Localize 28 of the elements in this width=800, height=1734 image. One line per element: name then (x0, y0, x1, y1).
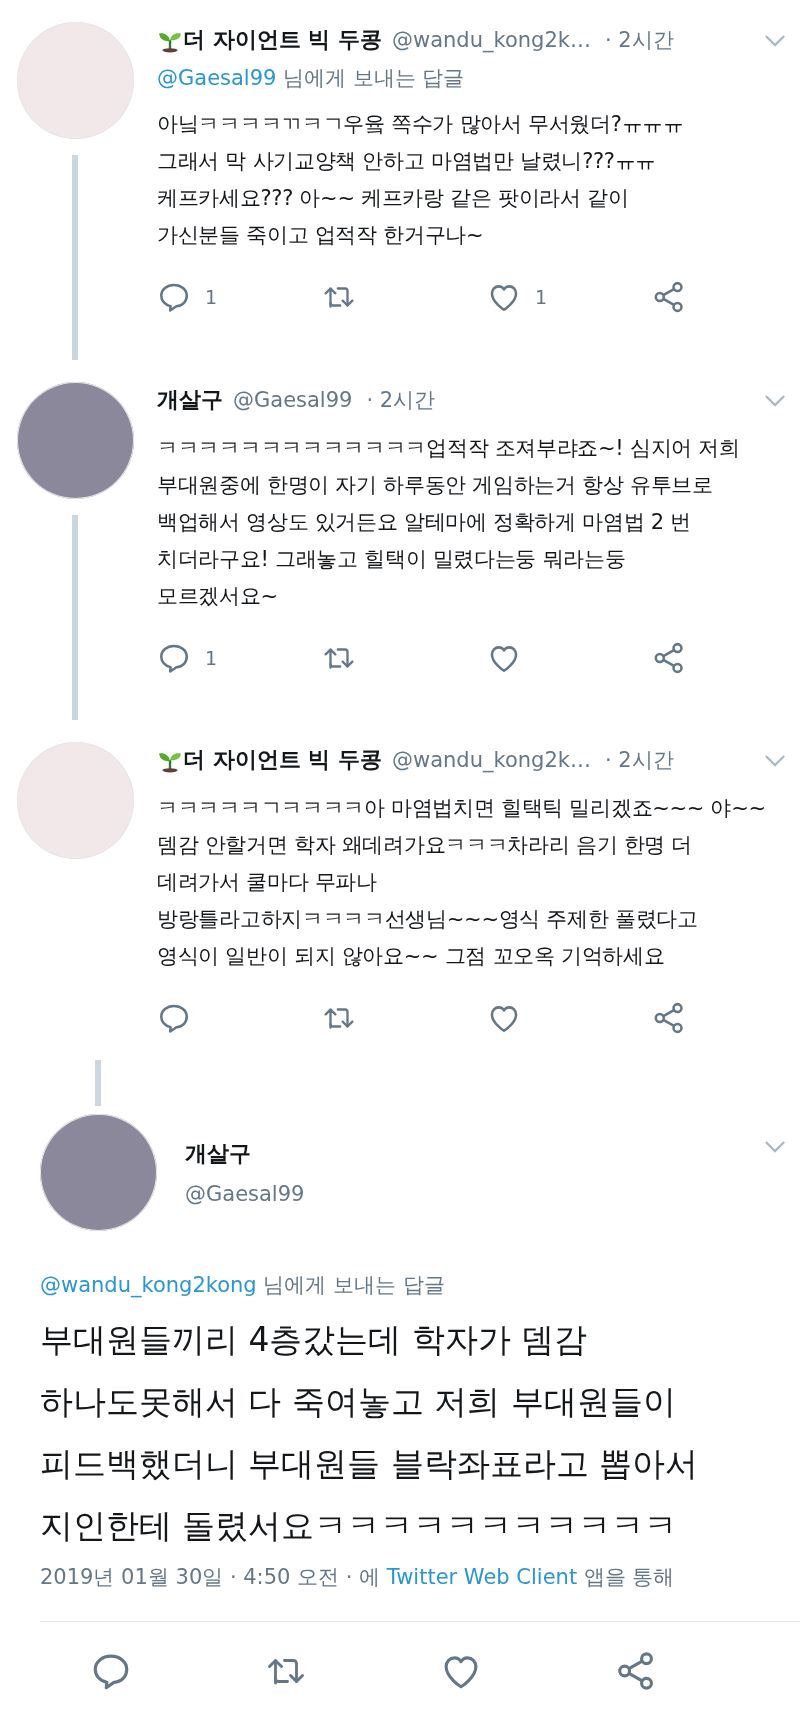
tweet-text: 아닠ㅋㅋㅋㅋㄲㅋㄱ우윸 쪽수가 많아서 무서웠더?ㅠㅠㅠ 그래서 막 사기교양책 안하고 마염법만 날렸니???ㅠㅠ 케프카세요??? 아~~ 케프카랑 같은 팟이라서 같이 가신분들 죽이고 업적작 한거구나~ (157, 111, 685, 249)
reply-to-text: 님에게 보내는 답글 (262, 1273, 445, 1297)
share-icon[interactable] (652, 1001, 686, 1035)
display-name[interactable]: 개살구 (157, 385, 223, 415)
tweet-text: ㅋㅋㅋㅋㅋㅋㅋㅋㅋㅋㅋㅋㅋ업적작 조져부랴죠~! 심지어 저희 부대원중에 한명이 자기 하루동안 게임하는거 항상 유투브로 백업해서 영상도 있거든요 알테마에 정확하게 마염법 2 번 치더라구요! 그래놓고 힐택이 밀렸다는둥 뭐라는둥 모르겠서요~ (157, 435, 741, 610)
handle[interactable]: @Gaesal99 (233, 388, 353, 412)
handle[interactable]: @Gaesal99 (185, 1174, 305, 1214)
timestamp[interactable]: · 2시간 (604, 26, 674, 54)
display-name[interactable]: 더 자이언트 빅 두콩 (183, 25, 382, 55)
display-name[interactable]: 더 자이언트 빅 두콩 (183, 745, 382, 775)
share-icon[interactable] (652, 280, 686, 314)
handle[interactable]: @wandu_kong2k… (392, 748, 591, 772)
like-count: 1 (535, 286, 548, 308)
tweet-text: ㅋㅋㅋㅋㅋㄱㅋㅋㅋㅋ아 마염법치면 힐택틱 밀리겠죠~~~ 야~~ 뎀감 안할거면 학자 왜데려가요ㅋㅋㅋ차라리 음기 한명 더 데려가서 쿨마다 무파나 방랑틀라고하지ㅋㅋㅋㅋ선생님~~~영식 주제한 풀렸다고 영식이 일반이 되지 않아요~~ 그점 꼬오옥 기억하세요 (157, 795, 767, 970)
mention-link[interactable]: @wandu_kong2kong (40, 1273, 257, 1297)
share-icon[interactable] (652, 641, 686, 675)
source-suffix: 앱을 통해 (582, 1565, 675, 1589)
reply-count: 1 (205, 286, 218, 308)
timestamp[interactable]: · 2시간 (604, 746, 674, 774)
display-name[interactable]: 개살구 (185, 1134, 305, 1174)
reply-count: 1 (205, 647, 218, 669)
source-link[interactable]: Twitter Web Client (386, 1565, 578, 1589)
tweet-text: 부대원들끼리 4층갔는데 학자가 뎀감 하나도못해서 다 죽여놓고 저희 부대원들이 피드백했더니 부대원들 블락좌표라고 뽑아서 지인한테 돌렸서요ㅋㅋㅋㅋㅋㅋㅋㅋㅋㅋㅋ (40, 1319, 700, 1547)
timestamp[interactable]: · 2시간 (366, 386, 436, 414)
mention-link[interactable]: @Gaesal99 (157, 66, 277, 90)
handle[interactable]: @wandu_kong2k… (392, 28, 591, 52)
reply-to-text: 님에게 보내는 답글 (282, 66, 465, 90)
tweet-date: 2019년 01월 30일 · 4:50 오전 · 에 (40, 1565, 382, 1589)
